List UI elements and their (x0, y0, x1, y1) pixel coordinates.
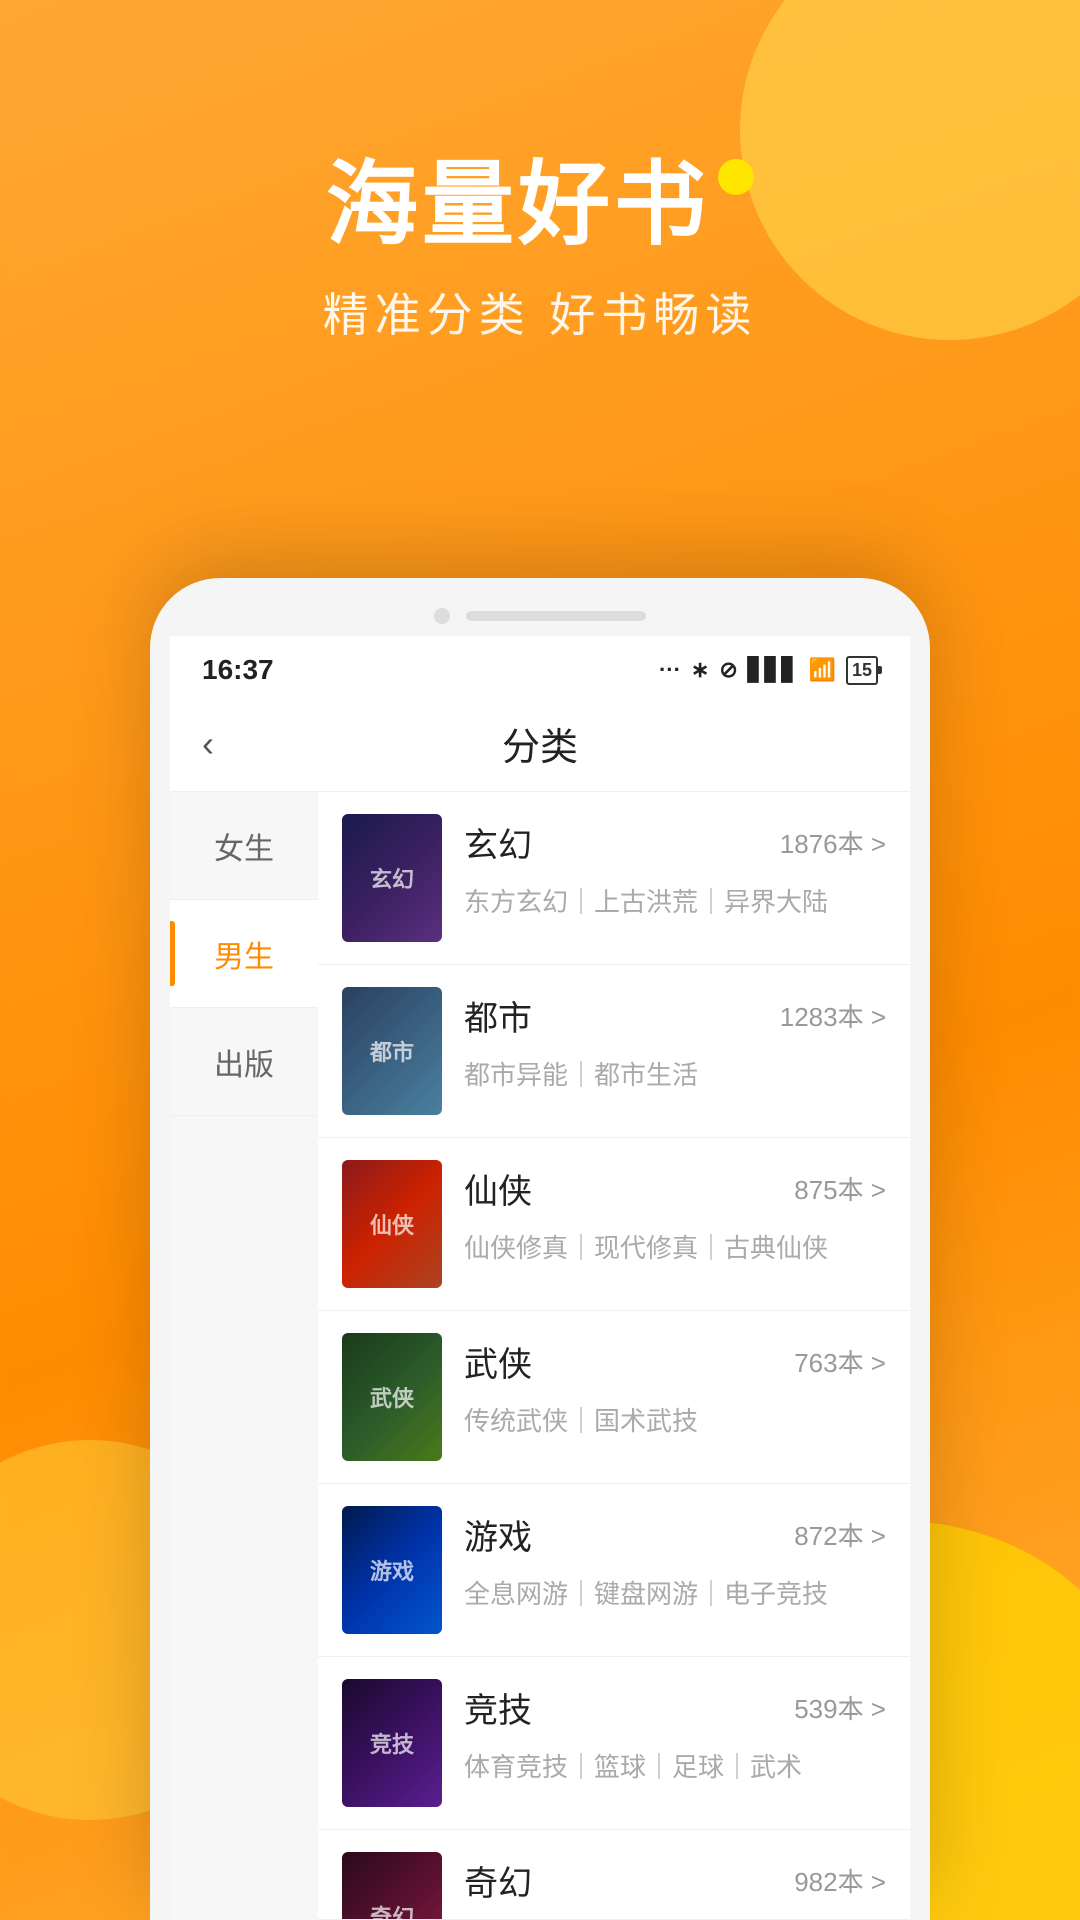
category-name-row-jingji: 竞技 539本 > (464, 1683, 886, 1732)
category-row-jingji[interactable]: 竞技 竞技 539本 > 体育竞技｜篮球｜足球｜武术 (318, 1657, 910, 1830)
category-info-youxi: 游戏 872本 > 全息网游｜键盘网游｜电子竞技 (464, 1506, 886, 1614)
category-count-qihuan: 982本 > (794, 1862, 886, 1899)
dots-icon: ··· (659, 657, 681, 683)
cover-inner-jingji: 竞技 (342, 1679, 442, 1807)
category-count-jingji: 539本 > (794, 1689, 886, 1726)
category-tags-jingji: 体育竞技｜篮球｜足球｜武术 (464, 1748, 886, 1787)
category-row-wuxia[interactable]: 武侠 武侠 763本 > 传统武侠｜国术武技 (318, 1311, 910, 1484)
status-icons: ··· ∗ ⊘ ▋▋▋ 📶 15 (659, 656, 878, 685)
category-name-row-wuxia: 武侠 763本 > (464, 1337, 886, 1386)
cover-inner-qihuan: 奇幻 (342, 1852, 442, 1920)
category-name-row-xianxia: 仙侠 875本 > (464, 1164, 886, 1213)
category-name-jingji: 竞技 (464, 1683, 532, 1732)
back-button[interactable]: ‹ (202, 723, 214, 765)
sidebar: 女生 男生 出版 (170, 792, 318, 1920)
category-row-xianxia[interactable]: 仙侠 仙侠 875本 > 仙侠修真｜现代修真｜古典仙侠 (318, 1138, 910, 1311)
category-tags-dushi: 都市异能｜都市生活 (464, 1056, 886, 1095)
category-tags-xianxia: 仙侠修真｜现代修真｜古典仙侠 (464, 1229, 886, 1268)
category-info-jingji: 竞技 539本 > 体育竞技｜篮球｜足球｜武术 (464, 1679, 886, 1787)
nav-bar: ‹ 分类 (170, 696, 910, 792)
cover-inner-wuxia: 武侠 (342, 1333, 442, 1461)
category-name-row-youxi: 游戏 872本 > (464, 1510, 886, 1559)
phone-outer: 16:37 ··· ∗ ⊘ ▋▋▋ 📶 15 ‹ 分类 (150, 578, 930, 1920)
battery-level: 15 (852, 660, 872, 681)
sidebar-item-male[interactable]: 男生 (170, 900, 318, 1008)
category-info-xuanhuan: 玄幻 1876本 > 东方玄幻｜上古洪荒｜异界大陆 (464, 814, 886, 922)
sidebar-label-male: 男生 (214, 932, 274, 976)
app-content: 16:37 ··· ∗ ⊘ ▋▋▋ 📶 15 ‹ 分类 (170, 636, 910, 1920)
category-row-xuanhuan[interactable]: 玄幻 玄幻 1876本 > 东方玄幻｜上古洪荒｜异界大陆 (318, 792, 910, 965)
category-name-row-dushi: 都市 1283本 > (464, 991, 886, 1040)
phone-notch-dot (434, 608, 450, 624)
category-tags-xuanhuan: 东方玄幻｜上古洪荒｜异界大陆 (464, 883, 886, 922)
sidebar-item-publish[interactable]: 出版 (170, 1008, 318, 1116)
header-title-text: 海量好书 (326, 130, 710, 263)
wifi-icon: 📶 (809, 657, 836, 683)
category-name-row-qihuan: 奇幻 982本 > (464, 1856, 886, 1905)
header-subtitle: 精准分类 好书畅读 (0, 279, 1080, 345)
sidebar-item-female[interactable]: 女生 (170, 792, 318, 900)
category-info-xianxia: 仙侠 875本 > 仙侠修真｜现代修真｜古典仙侠 (464, 1160, 886, 1268)
category-name-dushi: 都市 (464, 991, 532, 1040)
category-list: 玄幻 玄幻 1876本 > 东方玄幻｜上古洪荒｜异界大陆 (318, 792, 910, 1920)
bluetooth-icon: ∗ (691, 657, 709, 683)
category-info-wuxia: 武侠 763本 > 传统武侠｜国术武技 (464, 1333, 886, 1441)
status-bar: 16:37 ··· ∗ ⊘ ▋▋▋ 📶 15 (170, 636, 910, 696)
cover-inner-youxi: 游戏 (342, 1506, 442, 1634)
category-name-xuanhuan: 玄幻 (464, 818, 532, 867)
category-count-xianxia: 875本 > (794, 1170, 886, 1207)
book-cover-wuxia: 武侠 (342, 1333, 442, 1461)
header-title-dot (718, 159, 754, 195)
category-tags-wuxia: 传统武侠｜国术武技 (464, 1402, 886, 1441)
phone-notch-bar (466, 611, 646, 621)
category-tags-youxi: 全息网游｜键盘网游｜电子竞技 (464, 1575, 886, 1614)
category-count-dushi: 1283本 > (780, 997, 886, 1034)
category-count-wuxia: 763本 > (794, 1343, 886, 1380)
battery-icon: 15 (846, 656, 878, 685)
phone-notch (170, 608, 910, 636)
sidebar-label-publish: 出版 (214, 1040, 274, 1084)
status-time: 16:37 (202, 654, 274, 686)
category-layout: 女生 男生 出版 玄幻 (170, 792, 910, 1920)
category-name-wuxia: 武侠 (464, 1337, 532, 1386)
book-cover-xianxia: 仙侠 (342, 1160, 442, 1288)
book-cover-xuanhuan: 玄幻 (342, 814, 442, 942)
category-name-youxi: 游戏 (464, 1510, 532, 1559)
category-count-youxi: 872本 > (794, 1516, 886, 1553)
signal-icon: ▋▋▋ (748, 657, 799, 683)
category-info-qihuan: 奇幻 982本 > (464, 1852, 886, 1905)
book-cover-jingji: 竞技 (342, 1679, 442, 1807)
book-cover-youxi: 游戏 (342, 1506, 442, 1634)
book-cover-qihuan: 奇幻 (342, 1852, 442, 1920)
category-info-dushi: 都市 1283本 > 都市异能｜都市生活 (464, 987, 886, 1095)
sidebar-label-female: 女生 (214, 824, 274, 868)
page-title: 分类 (502, 716, 578, 771)
category-count-xuanhuan: 1876本 > (780, 824, 886, 861)
category-name-xianxia: 仙侠 (464, 1164, 532, 1213)
header-section: 海量好书 精准分类 好书畅读 (0, 0, 1080, 345)
cover-inner-xuanhuan: 玄幻 (342, 814, 442, 942)
category-row-dushi[interactable]: 都市 都市 1283本 > 都市异能｜都市生活 (318, 965, 910, 1138)
cover-inner-dushi: 都市 (342, 987, 442, 1115)
category-name-qihuan: 奇幻 (464, 1856, 532, 1905)
book-cover-dushi: 都市 (342, 987, 442, 1115)
phone-mockup: 16:37 ··· ∗ ⊘ ▋▋▋ 📶 15 ‹ 分类 (150, 578, 930, 1920)
header-title: 海量好书 (0, 130, 1080, 263)
category-name-row-xuanhuan: 玄幻 1876本 > (464, 818, 886, 867)
nfc-icon: ⊘ (719, 657, 737, 683)
cover-inner-xianxia: 仙侠 (342, 1160, 442, 1288)
category-row-qihuan[interactable]: 奇幻 奇幻 982本 > (318, 1830, 910, 1920)
category-row-youxi[interactable]: 游戏 游戏 872本 > 全息网游｜键盘网游｜电子竞技 (318, 1484, 910, 1657)
